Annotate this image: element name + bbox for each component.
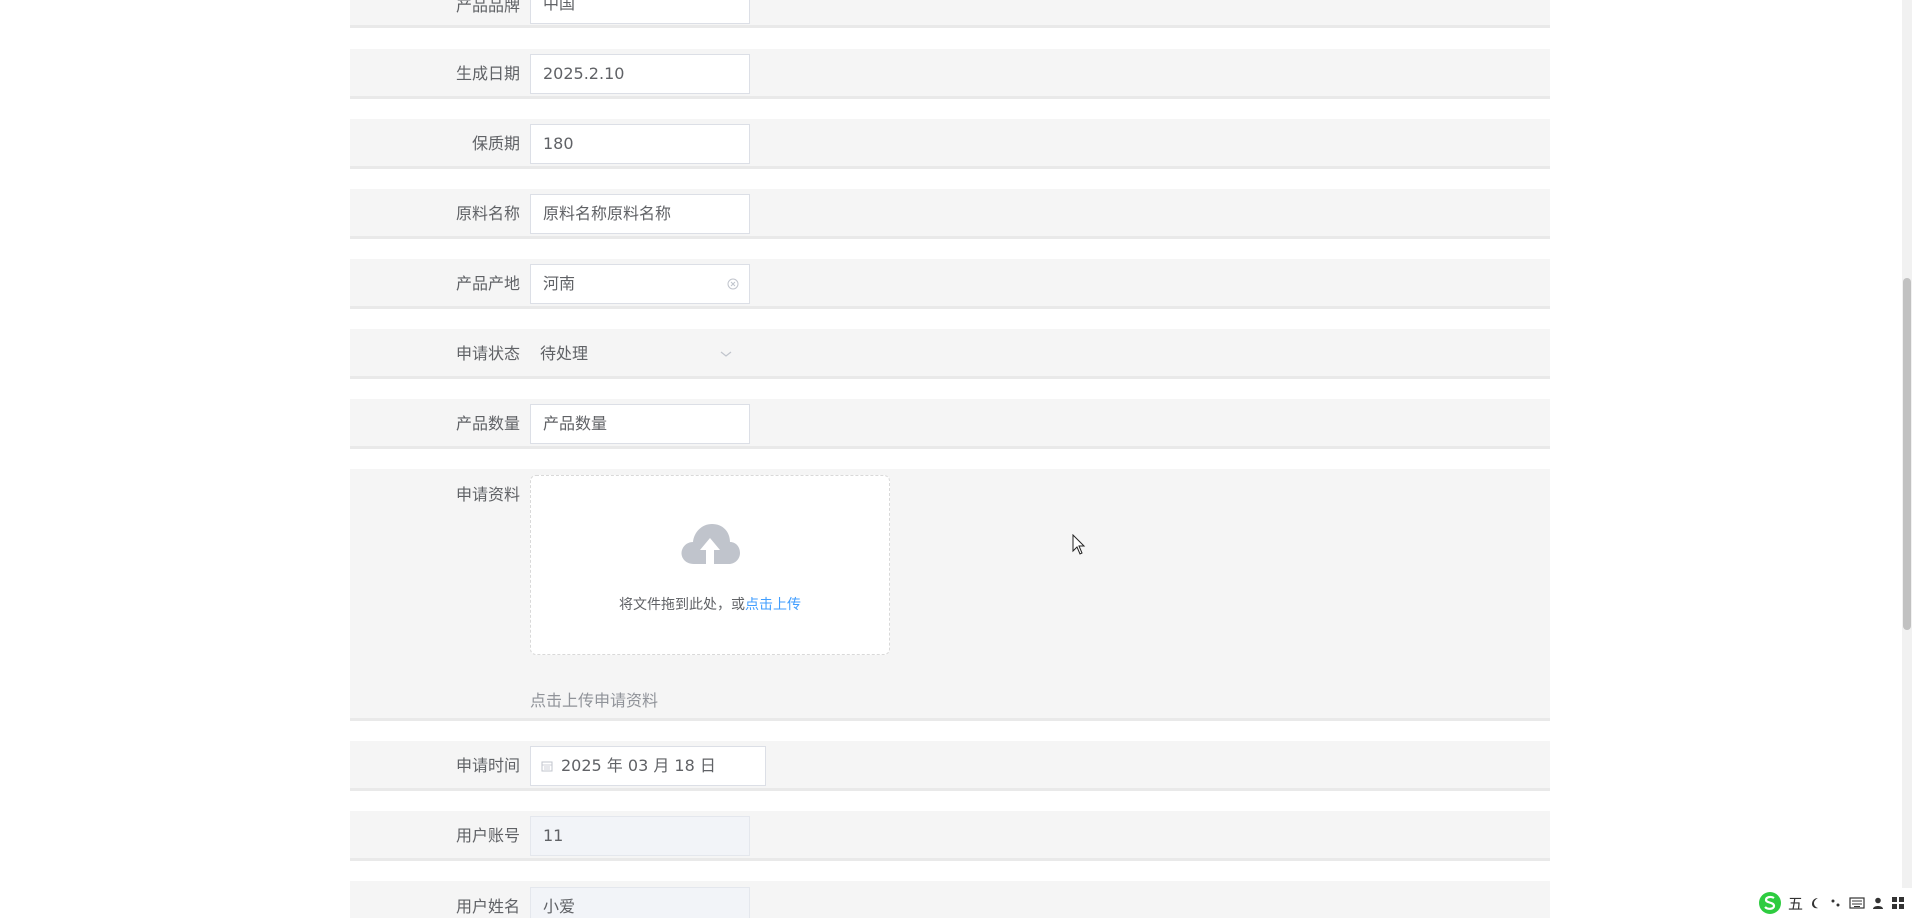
status-select-value: 待处理	[540, 344, 589, 363]
form-row-application-docs: 申请资料 将文件拖到此处，或点击上传 点击上传申请资料	[350, 469, 1550, 721]
user-icon[interactable]	[1871, 896, 1885, 910]
grid-menu-icon[interactable]	[1891, 896, 1905, 910]
ime-toolbar: 五	[1752, 888, 1912, 918]
origin-label: 产品产地	[455, 274, 520, 293]
page: 产品品牌 中国 生成日期 2025.2.10 保质期 180 原料名称 原料名称…	[0, 0, 1912, 918]
upload-instruction: 将文件拖到此处，或点击上传	[531, 594, 889, 614]
upload-tip: 点击上传申请资料	[530, 691, 659, 710]
brand-input[interactable]: 中国	[530, 0, 750, 24]
form-row-material-name: 原料名称 原料名称原料名称	[350, 189, 1550, 239]
cloud-upload-icon	[681, 524, 740, 564]
application-time-label: 申请时间	[455, 756, 520, 775]
sogou-ime-icon[interactable]	[1758, 891, 1782, 915]
form-row-user-name: 用户姓名 小爱	[350, 881, 1550, 918]
moon-icon[interactable]	[1809, 896, 1823, 910]
keyboard-icon[interactable]	[1849, 896, 1865, 910]
form-row-production-date: 生成日期 2025.2.10	[350, 49, 1550, 99]
scrollbar-thumb[interactable]	[1903, 278, 1911, 630]
form-row-application-time: 申请时间 2025 年 03 月 18 日	[350, 741, 1550, 791]
form-row-shelf-life: 保质期 180	[350, 119, 1550, 169]
application-time-date-picker[interactable]: 2025 年 03 月 18 日	[530, 746, 766, 786]
quantity-input[interactable]: 产品数量	[530, 404, 750, 444]
production-date-label: 生成日期	[455, 64, 520, 83]
application-time-value: 2025 年 03 月 18 日	[561, 756, 716, 775]
user-account-label: 用户账号	[455, 826, 520, 845]
brand-label: 产品品牌	[455, 0, 520, 15]
form-row-user-account: 用户账号 11	[350, 811, 1550, 861]
status-label: 申请状态	[455, 344, 520, 363]
upload-instruction-text: 将文件拖到此处，或	[619, 597, 745, 613]
chevron-down-icon	[720, 351, 732, 357]
status-select[interactable]: 待处理	[530, 334, 750, 374]
punctuation-icon[interactable]	[1829, 896, 1843, 910]
shelf-life-input[interactable]: 180	[530, 124, 750, 164]
quantity-label: 产品数量	[455, 414, 520, 433]
user-name-input[interactable]: 小爱	[530, 887, 750, 918]
user-account-input[interactable]: 11	[530, 816, 750, 856]
calendar-icon	[541, 761, 553, 772]
upload-click-link[interactable]: 点击上传	[745, 597, 801, 613]
form-row-brand: 产品品牌 中国	[350, 0, 1550, 28]
form-row-status: 申请状态 待处理	[350, 329, 1550, 379]
shelf-life-label: 保质期	[471, 134, 520, 153]
form-row-origin: 产品产地 河南	[350, 259, 1550, 309]
material-name-label: 原料名称	[455, 204, 520, 223]
origin-input-value: 河南	[543, 274, 576, 293]
clear-icon[interactable]	[727, 278, 739, 290]
vertical-scrollbar[interactable]	[1902, 0, 1912, 918]
origin-input[interactable]: 河南	[530, 264, 750, 304]
ime-mode-indicator[interactable]: 五	[1788, 893, 1803, 914]
material-name-input[interactable]: 原料名称原料名称	[530, 194, 750, 234]
application-docs-label: 申请资料	[455, 485, 520, 504]
upload-dropzone[interactable]: 将文件拖到此处，或点击上传	[530, 475, 890, 655]
mouse-cursor-icon	[1072, 534, 1086, 555]
form-row-quantity: 产品数量 产品数量	[350, 399, 1550, 449]
user-name-label: 用户姓名	[455, 897, 520, 916]
production-date-input[interactable]: 2025.2.10	[530, 54, 750, 94]
